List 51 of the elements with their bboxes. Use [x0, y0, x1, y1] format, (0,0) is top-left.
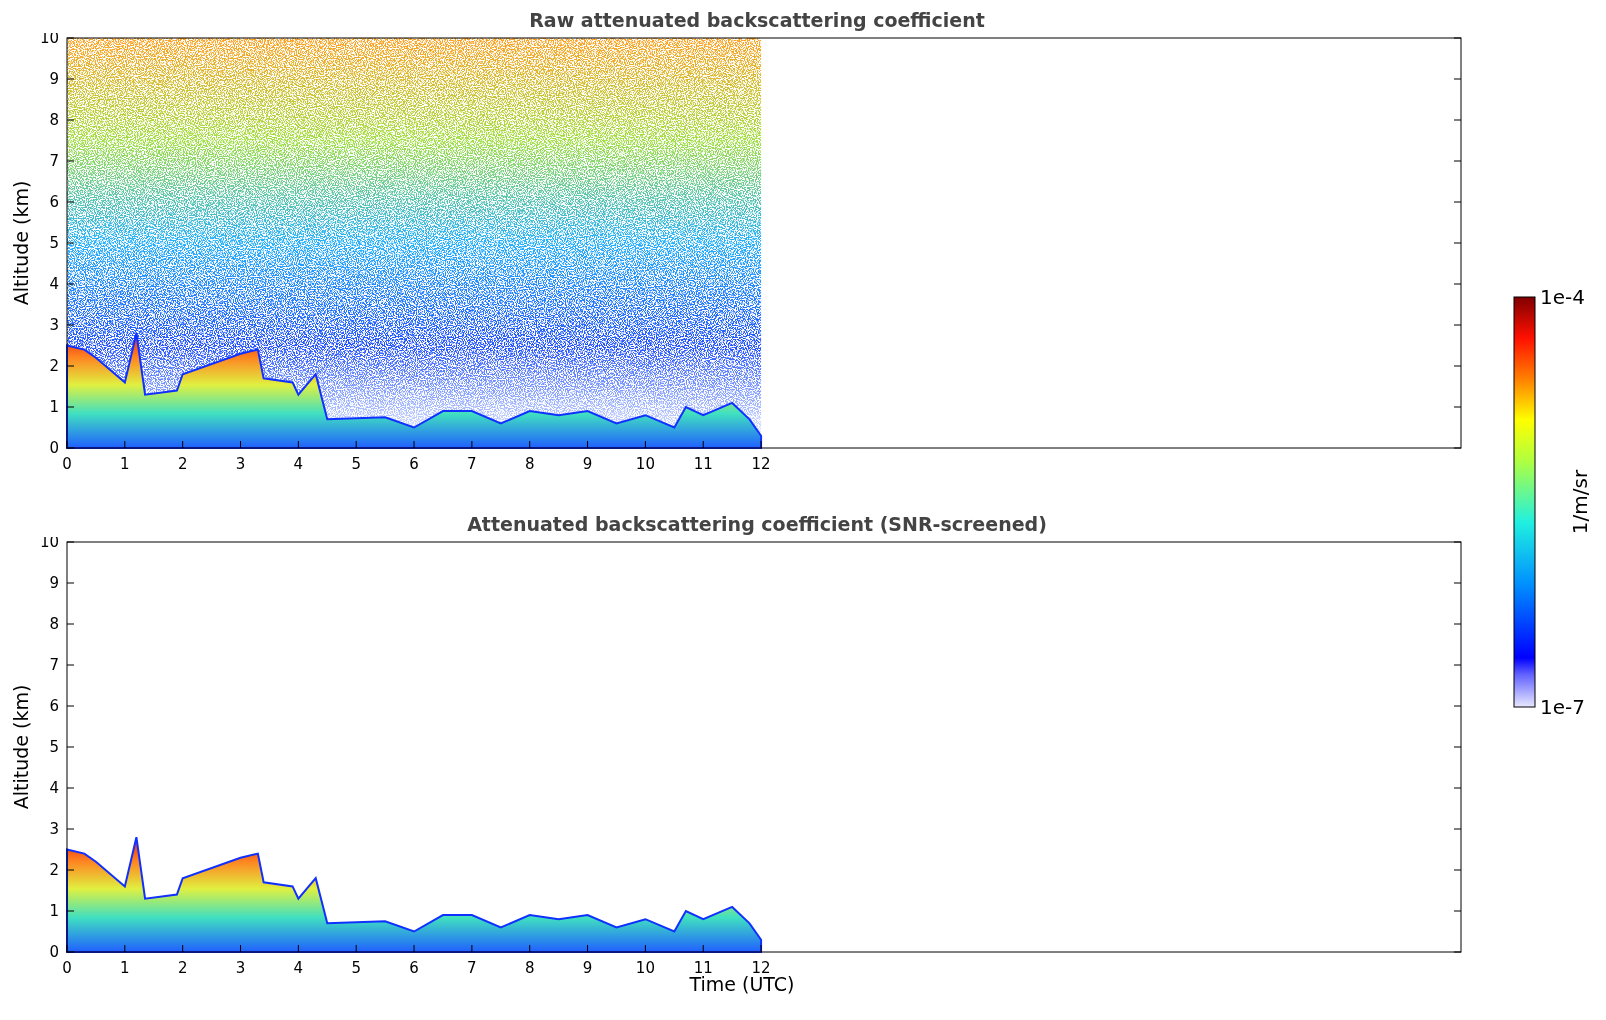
tick-label: 0 — [49, 943, 59, 961]
tick-label: 2 — [49, 357, 59, 375]
tick-label: 3 — [235, 959, 246, 977]
tick-label: 12 — [751, 455, 771, 473]
tick-label: 1e-4 — [1540, 287, 1585, 309]
colorbar-label: 1/m/sr — [1568, 469, 1592, 535]
chart-title: Raw attenuated backscattering coefficient — [528, 8, 986, 33]
tick-label: 8 — [524, 959, 535, 977]
tick-label: 5 — [49, 738, 59, 756]
tick-label: 8 — [49, 615, 59, 633]
tick-label: 11 — [693, 455, 713, 473]
tick-label: 4 — [49, 779, 59, 797]
tick-label: 9 — [582, 959, 593, 977]
axis-label: Altitude (km) — [10, 684, 32, 810]
tick-label: 5 — [351, 455, 361, 473]
tick-label: 1 — [120, 455, 130, 473]
tick-label: 9 — [49, 574, 59, 592]
tick-label: 0 — [49, 439, 59, 457]
tick-label: 1e-7 — [1540, 695, 1585, 719]
axis-label: Altitude (km) — [10, 180, 32, 306]
tick-label: 3 — [49, 316, 59, 334]
tick-label: 4 — [49, 275, 59, 293]
tick-label: 7 — [467, 455, 477, 473]
tick-label: 7 — [49, 656, 59, 674]
tick-label: 1 — [49, 398, 59, 416]
tick-label: 3 — [235, 455, 246, 473]
tick-label: 2 — [49, 861, 59, 879]
tick-label: 8 — [524, 455, 535, 473]
tick-label: 9 — [49, 70, 59, 88]
tick-label: 5 — [49, 234, 59, 252]
tick-label: 6 — [49, 697, 59, 715]
tick-label: 1 — [49, 902, 59, 920]
chart-title: Attenuated backscattering coefficient (SNR-screened) — [466, 512, 1048, 537]
tick-label: 7 — [49, 152, 59, 170]
tick-label: 6 — [49, 193, 59, 211]
tick-label: 2 — [177, 959, 188, 977]
tick-label: 0 — [62, 455, 72, 473]
tick-label: 6 — [409, 455, 419, 473]
tick-label: 2 — [177, 455, 188, 473]
tick-label: 4 — [293, 959, 304, 977]
tick-label: 1 — [120, 959, 130, 977]
tick-label: 4 — [293, 455, 304, 473]
tick-label: 3 — [49, 820, 59, 838]
tick-label: 10 — [635, 959, 655, 977]
tick-label: 6 — [409, 959, 419, 977]
tick-label: 7 — [467, 959, 477, 977]
tick-label: 5 — [351, 959, 361, 977]
tick-label: 10 — [635, 455, 655, 473]
tick-label: 9 — [582, 455, 593, 473]
tick-label: 8 — [49, 111, 59, 129]
tick-label: 0 — [62, 959, 72, 977]
